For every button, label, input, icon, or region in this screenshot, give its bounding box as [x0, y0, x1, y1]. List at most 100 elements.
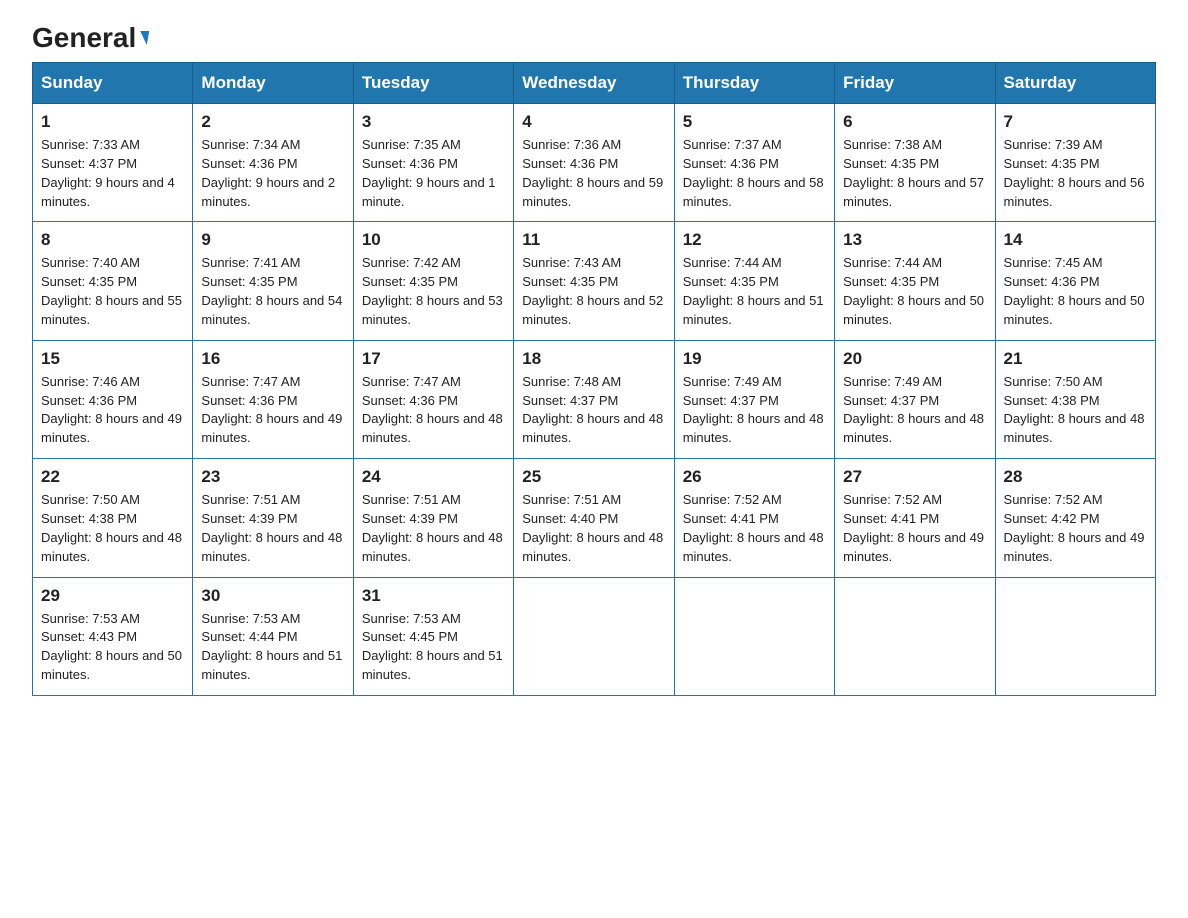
calendar-cell: 26 Sunrise: 7:52 AMSunset: 4:41 PMDaylig…	[674, 459, 834, 577]
calendar-cell: 16 Sunrise: 7:47 AMSunset: 4:36 PMDaylig…	[193, 340, 353, 458]
calendar-cell: 20 Sunrise: 7:49 AMSunset: 4:37 PMDaylig…	[835, 340, 995, 458]
calendar-cell: 22 Sunrise: 7:50 AMSunset: 4:38 PMDaylig…	[33, 459, 193, 577]
cell-info: Sunrise: 7:42 AMSunset: 4:35 PMDaylight:…	[362, 255, 503, 327]
day-number: 2	[201, 112, 344, 132]
calendar-header-row: SundayMondayTuesdayWednesdayThursdayFrid…	[33, 63, 1156, 104]
cell-info: Sunrise: 7:39 AMSunset: 4:35 PMDaylight:…	[1004, 137, 1145, 209]
day-number: 31	[362, 586, 505, 606]
col-header-saturday: Saturday	[995, 63, 1155, 104]
col-header-thursday: Thursday	[674, 63, 834, 104]
calendar-cell	[835, 577, 995, 695]
calendar-cell: 25 Sunrise: 7:51 AMSunset: 4:40 PMDaylig…	[514, 459, 674, 577]
day-number: 16	[201, 349, 344, 369]
cell-info: Sunrise: 7:38 AMSunset: 4:35 PMDaylight:…	[843, 137, 984, 209]
day-number: 22	[41, 467, 184, 487]
calendar-cell: 2 Sunrise: 7:34 AMSunset: 4:36 PMDayligh…	[193, 104, 353, 222]
col-header-monday: Monday	[193, 63, 353, 104]
logo: General	[32, 24, 148, 50]
col-header-sunday: Sunday	[33, 63, 193, 104]
cell-info: Sunrise: 7:51 AMSunset: 4:39 PMDaylight:…	[362, 492, 503, 564]
cell-info: Sunrise: 7:43 AMSunset: 4:35 PMDaylight:…	[522, 255, 663, 327]
day-number: 5	[683, 112, 826, 132]
cell-info: Sunrise: 7:50 AMSunset: 4:38 PMDaylight:…	[1004, 374, 1145, 446]
calendar-cell: 31 Sunrise: 7:53 AMSunset: 4:45 PMDaylig…	[353, 577, 513, 695]
cell-info: Sunrise: 7:51 AMSunset: 4:40 PMDaylight:…	[522, 492, 663, 564]
day-number: 10	[362, 230, 505, 250]
cell-info: Sunrise: 7:40 AMSunset: 4:35 PMDaylight:…	[41, 255, 182, 327]
day-number: 3	[362, 112, 505, 132]
cell-info: Sunrise: 7:48 AMSunset: 4:37 PMDaylight:…	[522, 374, 663, 446]
calendar-cell: 30 Sunrise: 7:53 AMSunset: 4:44 PMDaylig…	[193, 577, 353, 695]
calendar-cell: 12 Sunrise: 7:44 AMSunset: 4:35 PMDaylig…	[674, 222, 834, 340]
calendar-cell: 8 Sunrise: 7:40 AMSunset: 4:35 PMDayligh…	[33, 222, 193, 340]
cell-info: Sunrise: 7:47 AMSunset: 4:36 PMDaylight:…	[201, 374, 342, 446]
cell-info: Sunrise: 7:41 AMSunset: 4:35 PMDaylight:…	[201, 255, 342, 327]
day-number: 12	[683, 230, 826, 250]
day-number: 26	[683, 467, 826, 487]
cell-info: Sunrise: 7:49 AMSunset: 4:37 PMDaylight:…	[843, 374, 984, 446]
logo-general: General	[32, 24, 148, 52]
cell-info: Sunrise: 7:46 AMSunset: 4:36 PMDaylight:…	[41, 374, 182, 446]
day-number: 17	[362, 349, 505, 369]
calendar-week-row: 29 Sunrise: 7:53 AMSunset: 4:43 PMDaylig…	[33, 577, 1156, 695]
calendar-cell: 18 Sunrise: 7:48 AMSunset: 4:37 PMDaylig…	[514, 340, 674, 458]
calendar-cell: 29 Sunrise: 7:53 AMSunset: 4:43 PMDaylig…	[33, 577, 193, 695]
calendar-cell	[674, 577, 834, 695]
day-number: 25	[522, 467, 665, 487]
cell-info: Sunrise: 7:52 AMSunset: 4:41 PMDaylight:…	[843, 492, 984, 564]
cell-info: Sunrise: 7:52 AMSunset: 4:41 PMDaylight:…	[683, 492, 824, 564]
calendar-week-row: 1 Sunrise: 7:33 AMSunset: 4:37 PMDayligh…	[33, 104, 1156, 222]
calendar-week-row: 8 Sunrise: 7:40 AMSunset: 4:35 PMDayligh…	[33, 222, 1156, 340]
day-number: 4	[522, 112, 665, 132]
day-number: 27	[843, 467, 986, 487]
day-number: 8	[41, 230, 184, 250]
day-number: 19	[683, 349, 826, 369]
calendar-cell: 17 Sunrise: 7:47 AMSunset: 4:36 PMDaylig…	[353, 340, 513, 458]
calendar-cell: 3 Sunrise: 7:35 AMSunset: 4:36 PMDayligh…	[353, 104, 513, 222]
calendar-week-row: 22 Sunrise: 7:50 AMSunset: 4:38 PMDaylig…	[33, 459, 1156, 577]
day-number: 29	[41, 586, 184, 606]
calendar-cell: 1 Sunrise: 7:33 AMSunset: 4:37 PMDayligh…	[33, 104, 193, 222]
cell-info: Sunrise: 7:50 AMSunset: 4:38 PMDaylight:…	[41, 492, 182, 564]
day-number: 15	[41, 349, 184, 369]
calendar-cell: 14 Sunrise: 7:45 AMSunset: 4:36 PMDaylig…	[995, 222, 1155, 340]
day-number: 1	[41, 112, 184, 132]
calendar-cell: 24 Sunrise: 7:51 AMSunset: 4:39 PMDaylig…	[353, 459, 513, 577]
calendar-cell: 5 Sunrise: 7:37 AMSunset: 4:36 PMDayligh…	[674, 104, 834, 222]
cell-info: Sunrise: 7:49 AMSunset: 4:37 PMDaylight:…	[683, 374, 824, 446]
calendar-cell: 4 Sunrise: 7:36 AMSunset: 4:36 PMDayligh…	[514, 104, 674, 222]
day-number: 23	[201, 467, 344, 487]
calendar-cell: 6 Sunrise: 7:38 AMSunset: 4:35 PMDayligh…	[835, 104, 995, 222]
cell-info: Sunrise: 7:33 AMSunset: 4:37 PMDaylight:…	[41, 137, 175, 209]
col-header-wednesday: Wednesday	[514, 63, 674, 104]
day-number: 11	[522, 230, 665, 250]
calendar-cell: 21 Sunrise: 7:50 AMSunset: 4:38 PMDaylig…	[995, 340, 1155, 458]
calendar-cell: 11 Sunrise: 7:43 AMSunset: 4:35 PMDaylig…	[514, 222, 674, 340]
calendar-cell: 19 Sunrise: 7:49 AMSunset: 4:37 PMDaylig…	[674, 340, 834, 458]
day-number: 24	[362, 467, 505, 487]
calendar-cell: 7 Sunrise: 7:39 AMSunset: 4:35 PMDayligh…	[995, 104, 1155, 222]
cell-info: Sunrise: 7:53 AMSunset: 4:43 PMDaylight:…	[41, 611, 182, 683]
calendar-cell: 28 Sunrise: 7:52 AMSunset: 4:42 PMDaylig…	[995, 459, 1155, 577]
day-number: 9	[201, 230, 344, 250]
cell-info: Sunrise: 7:44 AMSunset: 4:35 PMDaylight:…	[843, 255, 984, 327]
col-header-tuesday: Tuesday	[353, 63, 513, 104]
day-number: 28	[1004, 467, 1147, 487]
calendar-cell: 23 Sunrise: 7:51 AMSunset: 4:39 PMDaylig…	[193, 459, 353, 577]
cell-info: Sunrise: 7:53 AMSunset: 4:45 PMDaylight:…	[362, 611, 503, 683]
day-number: 20	[843, 349, 986, 369]
day-number: 6	[843, 112, 986, 132]
cell-info: Sunrise: 7:35 AMSunset: 4:36 PMDaylight:…	[362, 137, 496, 209]
day-number: 14	[1004, 230, 1147, 250]
day-number: 7	[1004, 112, 1147, 132]
cell-info: Sunrise: 7:53 AMSunset: 4:44 PMDaylight:…	[201, 611, 342, 683]
cell-info: Sunrise: 7:36 AMSunset: 4:36 PMDaylight:…	[522, 137, 663, 209]
cell-info: Sunrise: 7:44 AMSunset: 4:35 PMDaylight:…	[683, 255, 824, 327]
calendar-cell: 13 Sunrise: 7:44 AMSunset: 4:35 PMDaylig…	[835, 222, 995, 340]
cell-info: Sunrise: 7:45 AMSunset: 4:36 PMDaylight:…	[1004, 255, 1145, 327]
calendar-cell	[995, 577, 1155, 695]
calendar-cell: 27 Sunrise: 7:52 AMSunset: 4:41 PMDaylig…	[835, 459, 995, 577]
calendar-cell	[514, 577, 674, 695]
calendar-week-row: 15 Sunrise: 7:46 AMSunset: 4:36 PMDaylig…	[33, 340, 1156, 458]
col-header-friday: Friday	[835, 63, 995, 104]
